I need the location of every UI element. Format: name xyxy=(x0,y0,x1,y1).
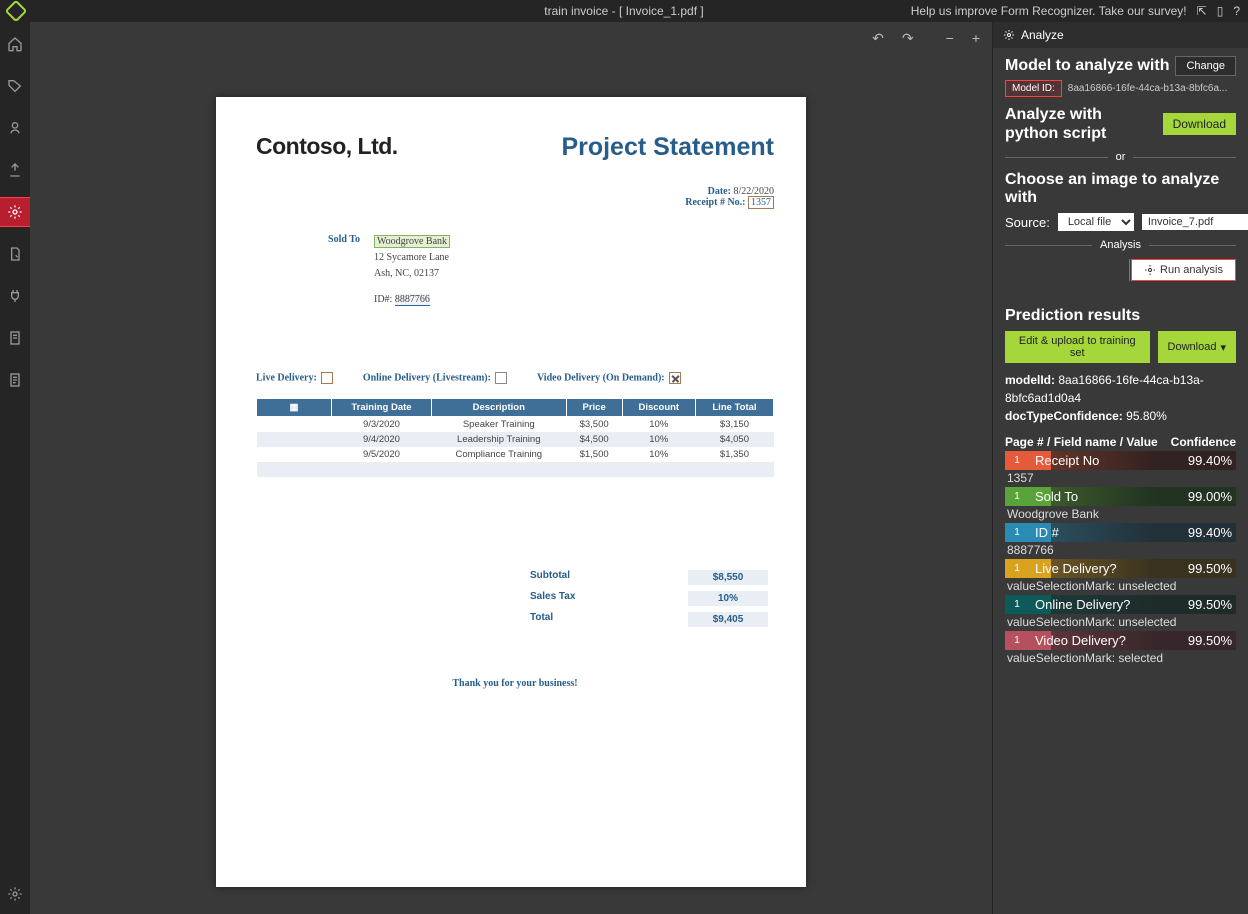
th-total: Line Total xyxy=(695,399,773,417)
chevron-down-icon: ▾ xyxy=(1220,341,1226,354)
total-value: $9,405 xyxy=(688,612,768,627)
download-script-button[interactable]: Download xyxy=(1163,113,1236,135)
sidebar xyxy=(0,22,30,914)
field-item[interactable]: 1Live Delivery?99.50%valueSelectionMark:… xyxy=(1005,559,1236,593)
th-disc: Discount xyxy=(622,399,695,417)
survey-link[interactable]: Help us improve Form Recognizer. Take ou… xyxy=(911,4,1187,18)
title-bar-text: train invoice - [ Invoice_1.pdf ] xyxy=(544,4,703,18)
sidebar-settings[interactable] xyxy=(0,880,30,908)
sidebar-train[interactable] xyxy=(0,114,30,142)
sidebar-analyze[interactable] xyxy=(0,198,30,226)
share-icon[interactable]: ⇱ xyxy=(1197,4,1207,18)
field-item[interactable]: 1Online Delivery?99.50%valueSelectionMar… xyxy=(1005,595,1236,629)
fields-col-left: Page # / Field name / Value xyxy=(1005,435,1158,449)
change-button[interactable]: Change xyxy=(1175,56,1236,76)
source-select[interactable]: Local file xyxy=(1058,213,1134,231)
th-price: Price xyxy=(566,399,622,417)
undo-icon[interactable]: ↶ xyxy=(872,30,884,47)
addr2: Ash, NC, 02137 xyxy=(374,266,450,282)
video-delivery-label: Video Delivery (On Demand): xyxy=(537,372,665,383)
live-checkbox xyxy=(321,372,333,384)
gear-icon xyxy=(1003,29,1015,41)
help-icon[interactable]: ? xyxy=(1233,4,1240,18)
right-panel: Analyze Model to analyze with Change Mod… xyxy=(992,22,1248,914)
sold-to-label: Sold To xyxy=(256,234,374,308)
download-results-button[interactable]: Download▾ xyxy=(1158,331,1236,363)
total-label: Total xyxy=(530,612,553,627)
or-divider: or xyxy=(1005,151,1236,163)
table-row: 9/4/2020Leadership Training$4,50010%$4,0… xyxy=(257,432,774,447)
prediction-heading: Prediction results xyxy=(1005,291,1236,325)
subtotal-value: $8,550 xyxy=(688,570,768,585)
python-heading: Analyze with python script xyxy=(1005,105,1155,143)
panel-header: Analyze xyxy=(993,22,1248,48)
company-name: Contoso, Ltd. xyxy=(256,133,398,160)
run-analysis-button[interactable]: Run analysis xyxy=(1131,259,1236,281)
source-file-input[interactable] xyxy=(1142,214,1248,230)
sidebar-connector[interactable] xyxy=(0,282,30,310)
id-value: 8887766 xyxy=(395,294,430,306)
app-logo-icon xyxy=(8,3,24,19)
model-id-value: 8aa16866-16fe-44ca-b13a-8bfc6a... xyxy=(1068,83,1236,94)
edit-upload-button[interactable]: Edit & upload to training set xyxy=(1005,331,1150,363)
fields-col-right: Confidence xyxy=(1171,435,1236,449)
addr1: 12 Sycamore Lane xyxy=(374,250,450,266)
canvas-area: ↶ ↷ − + Contoso, Ltd. Project Statement … xyxy=(30,22,992,914)
id-label: ID#: xyxy=(374,294,392,305)
line-items-table: ▦ Training Date Description Price Discou… xyxy=(256,398,774,477)
doc-title: Project Statement xyxy=(561,133,774,162)
online-checkbox xyxy=(495,372,507,384)
receipt-value: 1357 xyxy=(748,196,774,209)
subtotal-label: Subtotal xyxy=(530,570,570,585)
receipt-label: Receipt # No.: xyxy=(685,197,745,208)
meta-model-label: modelId: xyxy=(1005,373,1055,387)
sidebar-compose[interactable] xyxy=(0,156,30,184)
video-checkbox xyxy=(669,372,681,384)
info-icon[interactable]: ▯ xyxy=(1217,4,1224,18)
field-item[interactable]: 1Sold To99.00%Woodgrove Bank xyxy=(1005,487,1236,521)
zoom-out-icon[interactable]: − xyxy=(946,30,954,47)
table-row: 9/3/2020Speaker Training$3,50010%$3,150 xyxy=(257,417,774,433)
online-delivery-label: Online Delivery (Livestream): xyxy=(363,372,491,383)
canvas-toolbar: ↶ ↷ − + xyxy=(872,30,980,47)
sidebar-home[interactable] xyxy=(0,30,30,58)
totals: Subtotal $8,550 Sales Tax 10% Total $9,405 xyxy=(524,567,774,630)
sidebar-doc-analyze[interactable] xyxy=(0,240,30,268)
meta-conf-value: 95.80% xyxy=(1126,409,1167,423)
th-desc: Description xyxy=(431,399,566,417)
th-icon: ▦ xyxy=(257,399,332,417)
sidebar-file-alt[interactable] xyxy=(0,324,30,352)
choose-heading: Choose an image to analyze with xyxy=(1005,171,1236,207)
field-item[interactable]: 1ID #99.40%8887766 xyxy=(1005,523,1236,557)
document-preview: Contoso, Ltd. Project Statement Date: 8/… xyxy=(216,97,806,887)
redo-icon[interactable]: ↷ xyxy=(902,30,914,47)
model-heading: Model to analyze with xyxy=(1005,57,1169,75)
meta-conf-label: docTypeConfidence: xyxy=(1005,409,1123,423)
thanks-text: Thank you for your business! xyxy=(256,678,774,689)
zoom-in-icon[interactable]: + xyxy=(972,30,980,47)
model-id-label: Model ID: xyxy=(1005,80,1062,97)
source-label: Source: xyxy=(1005,215,1050,230)
tax-label: Sales Tax xyxy=(530,591,575,606)
field-item[interactable]: 1Receipt No99.40%1357 xyxy=(1005,451,1236,485)
topbar: train invoice - [ Invoice_1.pdf ] Help u… xyxy=(0,0,1248,22)
field-item[interactable]: 1Video Delivery?99.50%valueSelectionMark… xyxy=(1005,631,1236,665)
sidebar-page[interactable] xyxy=(0,366,30,394)
table-row: 9/5/2020Compliance Training$1,50010%$1,3… xyxy=(257,447,774,462)
tax-value: 10% xyxy=(688,591,768,606)
date-label: Date: xyxy=(708,186,731,197)
sold-to-name: Woodgrove Bank xyxy=(374,235,450,248)
sidebar-tag[interactable] xyxy=(0,72,30,100)
analyze-label: Analyze xyxy=(1021,28,1064,42)
live-delivery-label: Live Delivery: xyxy=(256,372,317,383)
th-date: Training Date xyxy=(332,399,432,417)
analysis-divider: Analysis xyxy=(1005,239,1236,251)
